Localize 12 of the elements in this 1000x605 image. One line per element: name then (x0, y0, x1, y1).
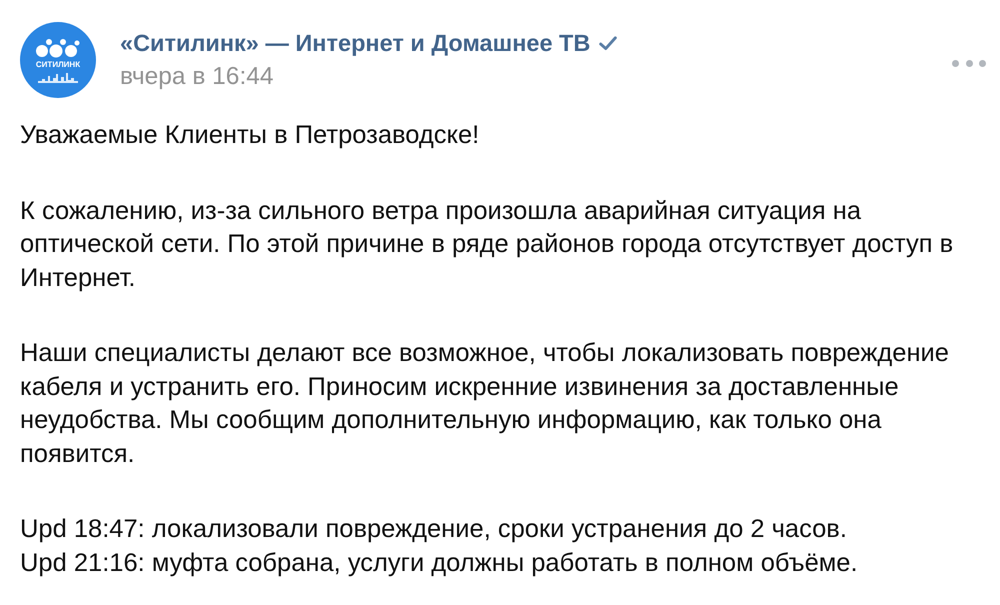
post-paragraph: К сожалению, из-за сильного ветра произошла аварийная ситуация на оптической сети. По этой причине в ряде районов города отсутствует доступ в Интернет. (20, 196, 954, 294)
post-paragraph: Уважаемые Клиенты в Петрозаводске! (20, 120, 480, 151)
avatar[interactable]: СИТИЛИНК (20, 22, 96, 98)
more-options-icon[interactable] (952, 58, 986, 68)
logo-text: СИТИЛИНК (36, 60, 80, 68)
post-time[interactable]: вчера в 16:44 (120, 61, 618, 93)
post-paragraph: Наши специалисты делают все возможное, чтобы локализовать повреждение кабеля и устранить его. Приносим искренние извинения за доставленные неудобства. Мы сообщим дополнительную информацию, как только она появится. (20, 338, 950, 470)
update-line: Upd 21:16: муфта собрана, услуги должны работать в полном объёме. (20, 548, 859, 578)
author-name[interactable]: «Ситилинк» — Интернет и Домашнее ТВ (120, 27, 590, 59)
bubbles-logo-icon (36, 38, 80, 58)
skyline-icon (38, 70, 78, 82)
update-line: Upd 18:47: локализовали повреждение, сроки устранения до 2 часов. (20, 514, 848, 545)
